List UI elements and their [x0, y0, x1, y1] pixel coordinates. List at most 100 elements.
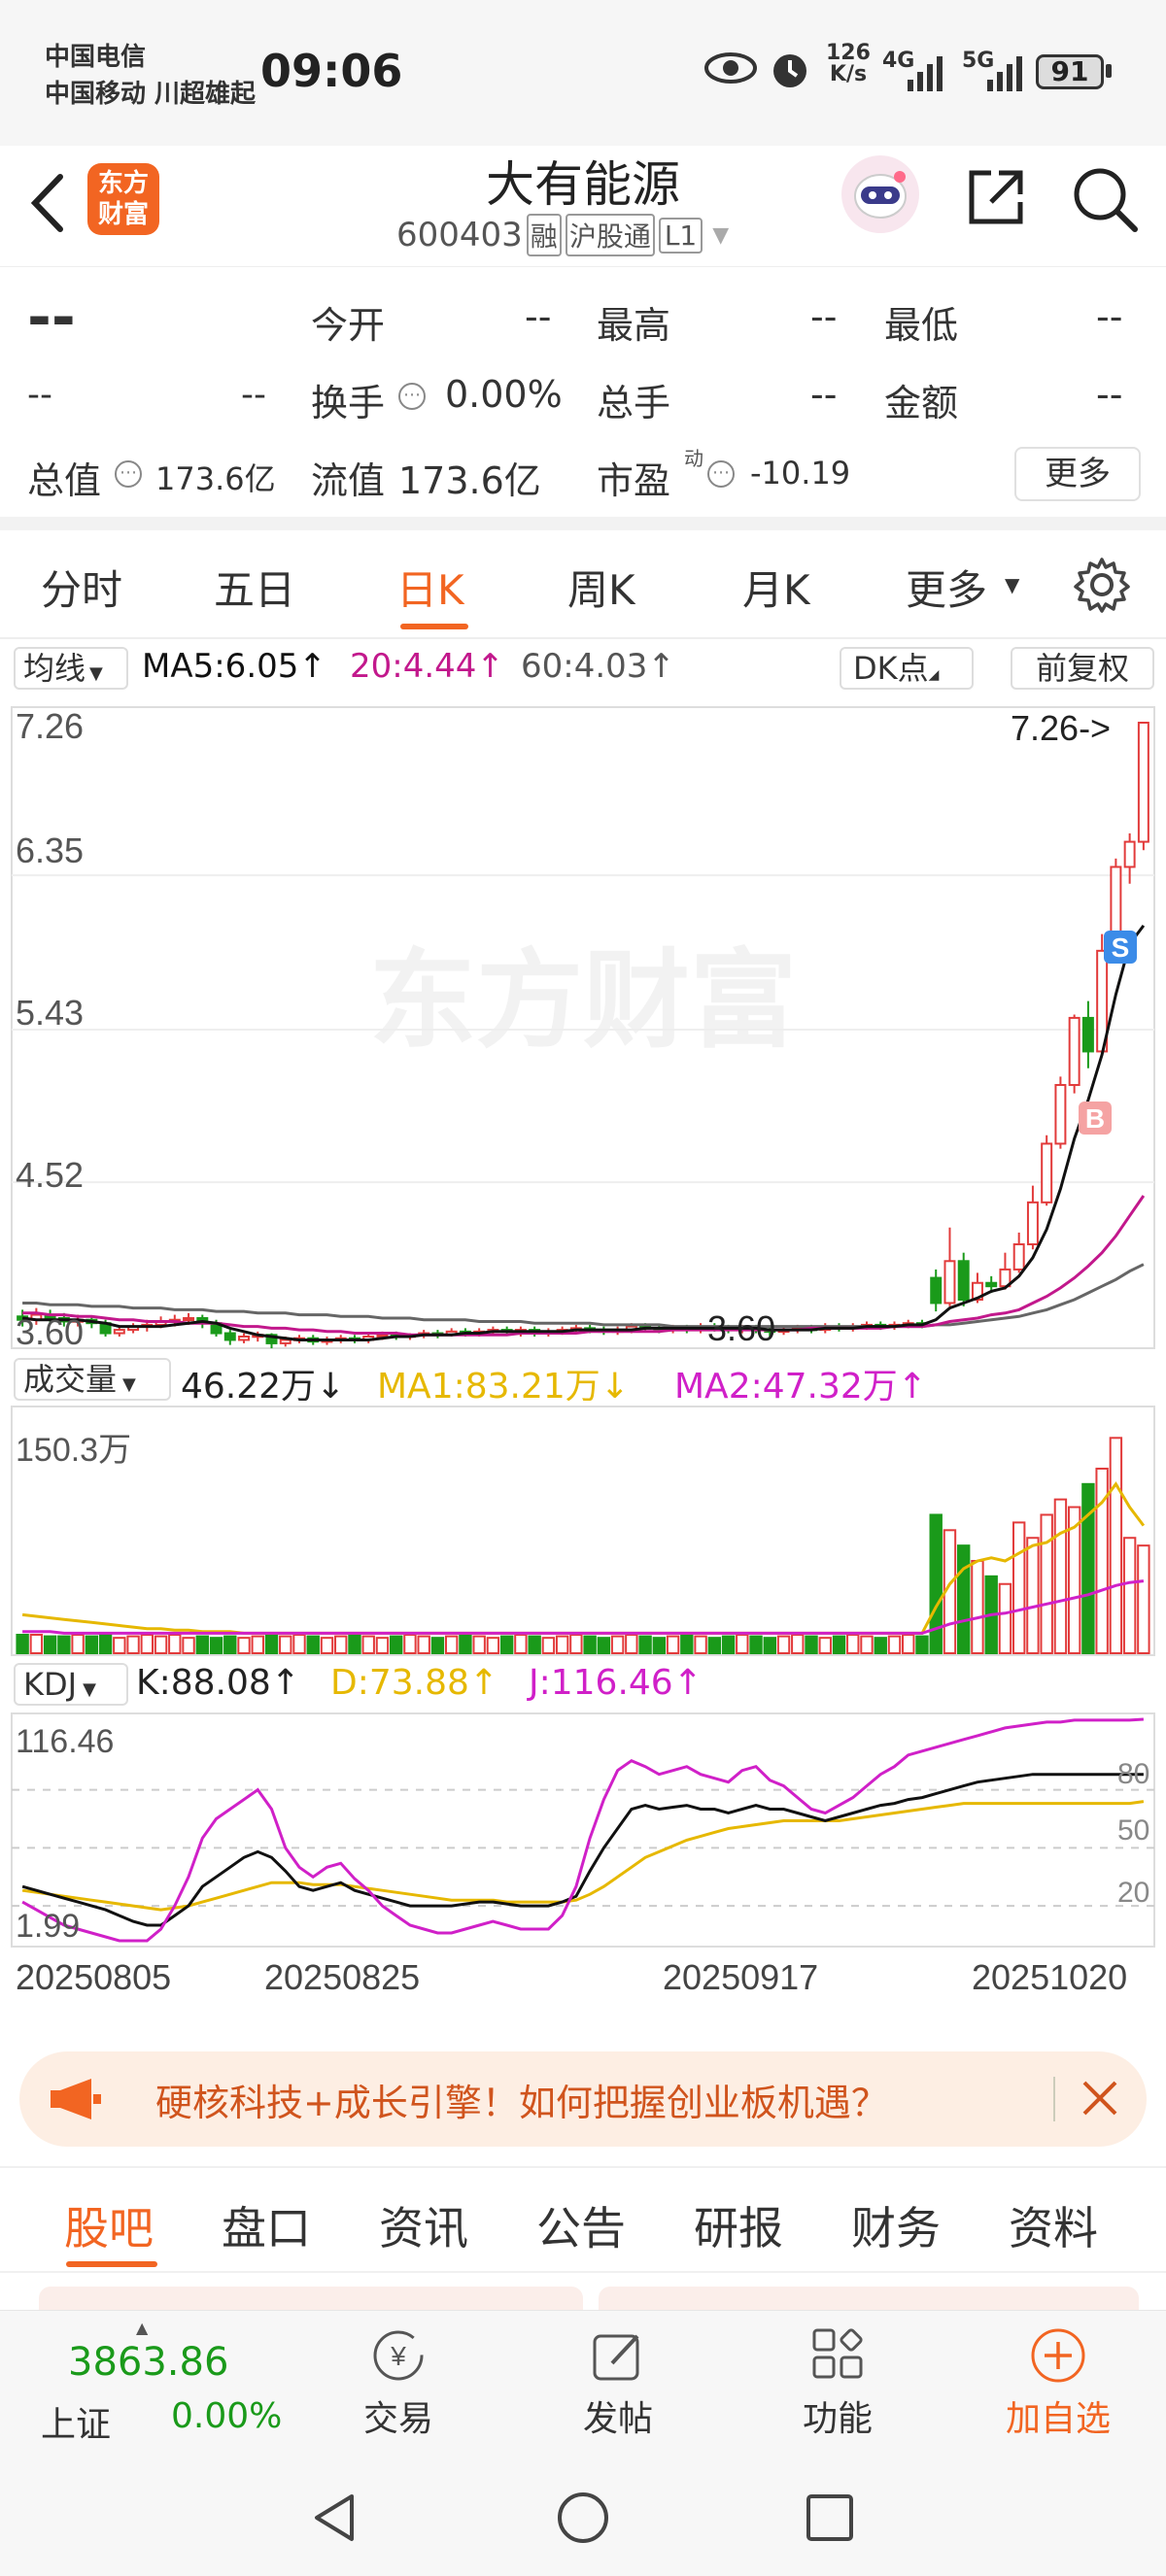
index-name: 上证: [41, 2405, 112, 2445]
volume-bar: [887, 1635, 902, 1655]
stock-code: 600403: [396, 216, 523, 254]
volume-bar: [736, 1633, 749, 1655]
volume-bar: [957, 1544, 971, 1655]
candle-down: [985, 1281, 998, 1288]
signal-5g-icon: [983, 51, 1028, 97]
candle-up: [183, 1317, 195, 1322]
grid-icon: [812, 2328, 863, 2379]
volume-bar: [652, 1637, 667, 1655]
kdj-j-line: [21, 1717, 1144, 1943]
volume-bar: [707, 1637, 722, 1655]
tab-daily-k[interactable]: 日K: [396, 558, 464, 617]
min-price-marker: 3.60: [707, 1308, 775, 1348]
tab-orderbook[interactable]: 盘口: [222, 2193, 311, 2257]
volume-bar: [721, 1635, 736, 1655]
post-button[interactable]: 发帖: [569, 2324, 667, 2441]
total-cap-info-icon[interactable]: ⋯: [115, 460, 142, 488]
tab-intraday[interactable]: 分时: [41, 558, 122, 617]
volume-bar: [168, 1633, 182, 1655]
svg-text:¥: ¥: [390, 2341, 406, 2371]
close-icon[interactable]: [1075, 2073, 1125, 2127]
tab-forum[interactable]: 股吧: [64, 2193, 154, 2257]
volume-bar: [528, 1635, 541, 1655]
nav-home-icon[interactable]: [556, 2491, 610, 2549]
kdj-selector-dropdown-icon: ▼: [83, 1679, 96, 1700]
tab-weekly-k[interactable]: 周K: [567, 558, 635, 617]
current-price: --: [27, 284, 76, 352]
level-dropdown-icon[interactable]: ▼: [712, 223, 729, 248]
volume-bar: [29, 1633, 44, 1655]
tab-monthly-k[interactable]: 月K: [742, 558, 810, 617]
tab-five-day[interactable]: 五日: [214, 558, 295, 617]
pe-value: -10.19: [750, 455, 851, 491]
volume-bar: [1122, 1537, 1137, 1655]
volume-bar: [43, 1635, 57, 1655]
robot-assistant-icon[interactable]: [841, 155, 919, 233]
volume-bar: [499, 1635, 514, 1655]
nav-back-icon[interactable]: [307, 2491, 361, 2549]
trade-icon: ¥: [373, 2330, 424, 2381]
carrier-1: 中国电信: [45, 43, 147, 72]
kdj-level-50: 50: [1117, 1814, 1149, 1847]
volume-bar: [237, 1637, 251, 1655]
kdj-d-line: [21, 1800, 1145, 1912]
add-watchlist-button[interactable]: 加自选: [995, 2324, 1121, 2441]
open-label: 今开: [311, 304, 386, 347]
tab-announcements[interactable]: 公告: [536, 2193, 626, 2257]
index-value[interactable]: 3863.86: [68, 2340, 228, 2385]
stock-header: 东方 财富 大有能源 600403 融 沪股通 L1 ▼: [0, 146, 1166, 267]
volume-bar: [555, 1635, 569, 1655]
volume-bar: [223, 1635, 237, 1655]
volume-bar: [1012, 1521, 1026, 1654]
promo-banner[interactable]: 硬核科技+成长引擎！如何把握创业板机遇？: [19, 2051, 1147, 2147]
volume-bar: [610, 1635, 625, 1655]
volume-bar: [776, 1635, 791, 1655]
volume-bar: [998, 1582, 1012, 1654]
margin-badge: 融: [526, 214, 562, 256]
volume-bar: [763, 1637, 776, 1655]
candle-down: [223, 1332, 236, 1341]
tab-more-periods[interactable]: 更多: [906, 558, 987, 617]
total-cap-value: 173.6亿: [155, 460, 276, 497]
volume-bar: [444, 1635, 459, 1655]
nav-recents-icon[interactable]: [805, 2492, 855, 2547]
volume-bar: [98, 1633, 113, 1655]
pe-info-icon[interactable]: ⋯: [707, 460, 735, 488]
volume-bar: [57, 1635, 71, 1655]
kdj-d-value: D:73.88↑: [330, 1663, 499, 1703]
functions-button[interactable]: 功能: [789, 2324, 886, 2441]
date-label-4: 20251020: [972, 1957, 1127, 1997]
turnover-label: 换手: [311, 382, 386, 424]
tab-financials[interactable]: 财务: [851, 2193, 941, 2257]
sell-signal-label: S: [1112, 932, 1130, 963]
volume-value: --: [810, 373, 838, 416]
trade-button[interactable]: ¥ 交易: [350, 2324, 447, 2441]
turnover-info-icon[interactable]: ⋯: [398, 383, 426, 410]
index-up-caret-icon: ▲: [136, 2319, 149, 2337]
kdj-selector[interactable]: KDJ ▼: [14, 1663, 128, 1706]
candle-up: [1012, 1243, 1025, 1271]
more-quote-button[interactable]: 更多: [1014, 447, 1141, 501]
volume-bar: [403, 1633, 417, 1655]
quote-panel: -- -- -- 今开 -- 最高 -- 最低 -- 换手 ⋯ 0.00% 总手…: [0, 268, 1166, 530]
volume-bar: [472, 1635, 486, 1655]
volume-selector[interactable]: 成交量 ▼: [14, 1358, 171, 1401]
search-icon[interactable]: [1069, 163, 1141, 239]
content-tab-indicator: [66, 2261, 157, 2267]
date-label-2: 20250825: [264, 1957, 420, 1997]
tab-research[interactable]: 研报: [694, 2193, 783, 2257]
tab-news[interactable]: 资讯: [379, 2193, 468, 2257]
volume-bar: [749, 1635, 763, 1655]
index-change: 0.00%: [171, 2396, 283, 2436]
kdj-min-label: 1.99: [16, 1908, 80, 1945]
kline-svg[interactable]: 东方财富 7.26 6.35 5.43 4.52 3.60 7.26-> 3.6…: [0, 639, 1166, 2001]
chart-settings-icon[interactable]: [1073, 556, 1131, 618]
candle-up: [1026, 1201, 1039, 1246]
volume-bar: [1026, 1537, 1040, 1655]
price-y-label-3: 5.43: [16, 993, 84, 1033]
kdj-j-value: J:116.46↑: [529, 1663, 703, 1703]
float-cap-label: 流值: [311, 459, 386, 502]
promo-text: 硬核科技+成长引擎！如何把握创业板机遇？: [155, 2082, 888, 2124]
share-icon[interactable]: [962, 163, 1030, 235]
tab-profile[interactable]: 资料: [1009, 2193, 1098, 2257]
